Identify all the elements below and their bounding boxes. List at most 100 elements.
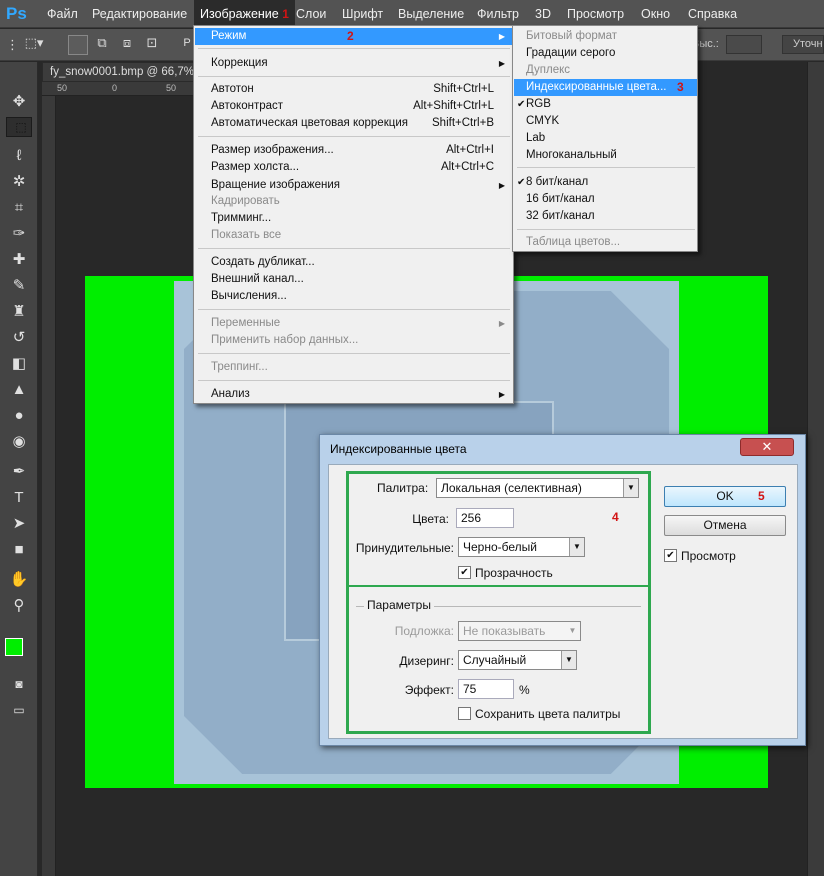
menu-item-label: Переменные (211, 317, 281, 329)
menu-image[interactable]: Изображение 1 (194, 0, 295, 28)
menu-item-autocolor[interactable]: Автоматическая цветовая коррекция Shift+C… (195, 115, 513, 132)
submenu-item-label: Таблица цветов... (526, 236, 621, 248)
menu-item-variables: Переменные ▶ (195, 315, 513, 332)
foreground-color-swatch[interactable] (5, 638, 23, 656)
height-input[interactable] (726, 35, 762, 54)
menu-item-label: Тримминг... (211, 212, 272, 224)
rectangle-tool-icon[interactable]: ■ (6, 538, 32, 562)
path-selection-icon[interactable]: ➤ (6, 512, 32, 536)
menu-file[interactable]: Файл (47, 0, 78, 28)
clone-stamp-icon[interactable]: ♜ (6, 300, 32, 324)
pen-tool-icon[interactable]: ✒ (6, 460, 32, 484)
indexed-color-dialog: Индексированные цвета ✕ Палитра: Локальн… (319, 434, 806, 746)
brush-tool-icon[interactable]: ✎ (6, 274, 32, 298)
intersect-selection-icon[interactable]: ⊡ (142, 35, 162, 51)
menu-separator (517, 167, 695, 168)
submenu-arrow-icon: ▶ (498, 32, 505, 41)
marquee-tool-icon[interactable]: ⬚ (6, 117, 32, 137)
type-tool-icon[interactable]: T (6, 486, 32, 510)
add-selection-icon[interactable]: ⧉ (92, 35, 112, 51)
menu-item-image-size[interactable]: Размер изображения... Alt+Ctrl+I (195, 142, 513, 159)
menu-item-label: Автоматическая цветовая коррекция (211, 117, 408, 129)
close-button[interactable]: ✕ (740, 438, 794, 456)
menu-help[interactable]: Справка (688, 0, 737, 28)
submenu-item-8bit[interactable]: ✔ 8 бит/канал (514, 174, 697, 191)
menu-item-label: Применить набор данных... (211, 334, 359, 346)
zoom-tool-icon[interactable]: ⚲ (6, 594, 32, 618)
preview-label: Просмотр (681, 549, 736, 563)
preview-checkbox[interactable]: ✔ (664, 549, 677, 562)
menu-item-duplicate[interactable]: Создать дубликат... (195, 254, 513, 271)
menu-item-autotone[interactable]: Автотон Shift+Ctrl+L (195, 81, 513, 98)
menu-edit[interactable]: Редактирование (92, 0, 187, 28)
menu-item-mode[interactable]: Режим 2 ▶ (195, 28, 513, 45)
document-tab[interactable]: fy_snow0001.bmp @ 66,7% (42, 62, 207, 82)
menu-item-label: Вычисления... (211, 290, 287, 302)
hand-tool-icon[interactable]: ✋ (6, 568, 32, 592)
menu-window[interactable]: Окно (641, 0, 670, 28)
menu-item-label: Кадрировать (211, 195, 280, 207)
shortcut-text: Alt+Ctrl+I (446, 144, 494, 156)
menu-item-label: Анализ (211, 388, 250, 400)
menu-filter[interactable]: Фильтр (477, 0, 519, 28)
submenu-item-label: Многоканальный (526, 149, 617, 161)
menu-separator (198, 380, 510, 381)
menu-layers[interactable]: Слои (296, 0, 326, 28)
menu-item-correction[interactable]: Коррекция ▶ (195, 55, 513, 72)
new-selection-icon[interactable] (68, 35, 88, 55)
menu-item-label: Показать все (211, 229, 282, 241)
menu-select[interactable]: Выделение (398, 0, 464, 28)
submenu-item-rgb[interactable]: ✔ RGB (514, 96, 697, 113)
menu-view[interactable]: Просмотр (567, 0, 624, 28)
screen-mode-icon[interactable]: ▭ (6, 698, 32, 722)
menu-3d[interactable]: 3D (535, 0, 551, 28)
submenu-item-cmyk[interactable]: CMYK (514, 113, 697, 130)
menu-item-autocontrast[interactable]: Автоконтраст Alt+Shift+Ctrl+L (195, 98, 513, 115)
eraser-tool-icon[interactable]: ◧ (6, 352, 32, 376)
menu-item-crop: Кадрировать (195, 193, 513, 210)
menu-separator (198, 248, 510, 249)
tools-panel: ✥ ⬚ ℓ ✲ ⌗ ✑ ✚ ✎ ♜ ↺ ◧ ▲ ● ◉ ✒ T ➤ ■ ✋ ⚲ … (0, 62, 38, 876)
menu-item-calculations[interactable]: Вычисления... (195, 288, 513, 305)
move-tool-icon[interactable]: ✥ (6, 90, 32, 114)
cancel-button[interactable]: Отмена (664, 515, 786, 536)
menu-item-label: Автотон (211, 83, 254, 95)
menu-item-analysis[interactable]: Анализ ▶ (195, 386, 513, 403)
dialog-title: Индексированные цвета (330, 442, 467, 456)
history-brush-icon[interactable]: ↺ (6, 326, 32, 350)
menu-type[interactable]: Шрифт (342, 0, 383, 28)
lasso-tool-icon[interactable]: ℓ (6, 144, 32, 168)
submenu-item-lab[interactable]: Lab (514, 130, 697, 147)
submenu-item-multichannel[interactable]: Многоканальный (514, 147, 697, 164)
crop-tool-icon[interactable]: ⌗ (6, 196, 32, 220)
healing-brush-icon[interactable]: ✚ (6, 248, 32, 272)
blur-tool-icon[interactable]: ● (6, 404, 32, 428)
marquee-preset-icon[interactable]: ⬚▾ (20, 35, 48, 51)
dodge-tool-icon[interactable]: ◉ (6, 430, 32, 454)
submenu-item-16bit[interactable]: 16 бит/канал (514, 191, 697, 208)
menu-item-canvas-size[interactable]: Размер холста... Alt+Ctrl+C (195, 159, 513, 176)
photoshop-logo: Ps (6, 4, 27, 23)
submenu-item-32bit[interactable]: 32 бит/канал (514, 208, 697, 225)
ruler-tick: 50 (57, 83, 68, 93)
vertical-ruler (42, 96, 56, 876)
menu-separator (198, 76, 510, 77)
refine-edge-button[interactable]: Уточн (782, 35, 824, 54)
annotation-divider (349, 585, 648, 587)
paint-bucket-icon[interactable]: ▲ (6, 378, 32, 402)
quick-mask-icon[interactable]: ◙ (6, 672, 32, 696)
submenu-item-grayscale[interactable]: Градации серого (514, 45, 697, 62)
subtract-selection-icon[interactable]: ⧈ (117, 35, 137, 51)
submenu-arrow-icon: ▶ (498, 390, 505, 399)
menu-item-rotation[interactable]: Вращение изображения ▶ (195, 177, 513, 194)
menu-item-label: Размер холста... (211, 161, 300, 173)
submenu-item-indexed[interactable]: Индексированные цвета... 3 (514, 79, 697, 96)
menu-item-apply-dataset: Применить набор данных... (195, 332, 513, 349)
menu-image-label: Изображение (200, 7, 279, 21)
ok-button[interactable]: OK 5 (664, 486, 786, 507)
eyedropper-icon[interactable]: ✑ (6, 222, 32, 246)
submenu-item-color-table: Таблица цветов... (514, 234, 697, 251)
menu-item-apply-image[interactable]: Внешний канал... (195, 271, 513, 288)
magic-wand-icon[interactable]: ✲ (6, 170, 32, 194)
menu-item-trim[interactable]: Тримминг... (195, 210, 513, 227)
